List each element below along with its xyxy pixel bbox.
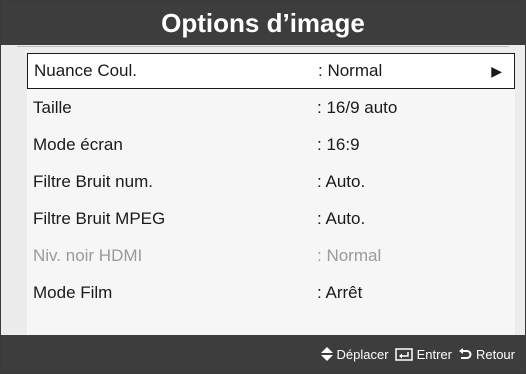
- menu-item-label: Mode Film: [33, 283, 113, 302]
- menu-item-label: Mode écran: [33, 135, 123, 154]
- title-bar: Options d’image: [1, 1, 525, 45]
- dialog-title: Options d’image: [161, 7, 365, 38]
- menu-item-label: Filtre Bruit num.: [33, 172, 153, 191]
- menu-item-mode-film[interactable]: Mode Film : Arrêt: [27, 275, 515, 311]
- menu-item-value: : Arrêt: [317, 283, 363, 302]
- menu-item-label: Filtre Bruit MPEG: [33, 209, 166, 228]
- menu-item-mode-ecran[interactable]: Mode écran : 16:9: [27, 127, 515, 163]
- menu-item-taille[interactable]: Taille : 16/9 auto: [27, 90, 515, 126]
- menu-item-value: : Normal: [317, 246, 382, 265]
- menu-item-label: Niv. noir HDMI: [33, 246, 143, 265]
- menu-item-value: : 16:9: [317, 135, 360, 154]
- menu-item-filtre-bruit-num[interactable]: Filtre Bruit num. : Auto.: [27, 164, 515, 200]
- menu-item-label: Taille: [33, 98, 72, 117]
- menu-item-nuance-coul[interactable]: Nuance Coul. : Normal ▶: [27, 53, 515, 89]
- hint-move: Déplacer: [320, 346, 389, 362]
- menu-item-label: Nuance Coul.: [34, 61, 138, 80]
- enter-key-icon: [394, 347, 413, 361]
- title-separator: [17, 46, 509, 47]
- submenu-arrow-icon: ▶: [491, 62, 502, 79]
- menu-item-value: : 16/9 auto: [317, 98, 398, 117]
- hint-return-label: Retour: [475, 346, 515, 362]
- menu-item-filtre-bruit-mpeg[interactable]: Filtre Bruit MPEG : Auto.: [27, 201, 515, 237]
- picture-options-dialog: Options d’image Nuance Coul. : Normal ▶ …: [0, 0, 526, 374]
- return-arrow-icon: [458, 347, 472, 361]
- up-down-diamond-icon: [320, 347, 333, 361]
- hint-enter: Entrer: [394, 346, 452, 362]
- hint-move-label: Déplacer: [336, 346, 389, 362]
- menu-item-value: : Auto.: [317, 172, 366, 191]
- footer-bar: Déplacer Entrer Retour: [1, 335, 525, 373]
- menu-item-niv-noir-hdmi: Niv. noir HDMI : Normal: [27, 238, 515, 274]
- hint-enter-label: Entrer: [416, 346, 452, 362]
- options-list: Nuance Coul. : Normal ▶ Taille : 16/9 au…: [27, 53, 515, 367]
- menu-item-value: : Normal: [318, 61, 383, 80]
- menu-item-value: : Auto.: [317, 209, 366, 228]
- hint-return: Retour: [458, 347, 515, 362]
- footer-hints: Déplacer Entrer Retour: [320, 335, 515, 373]
